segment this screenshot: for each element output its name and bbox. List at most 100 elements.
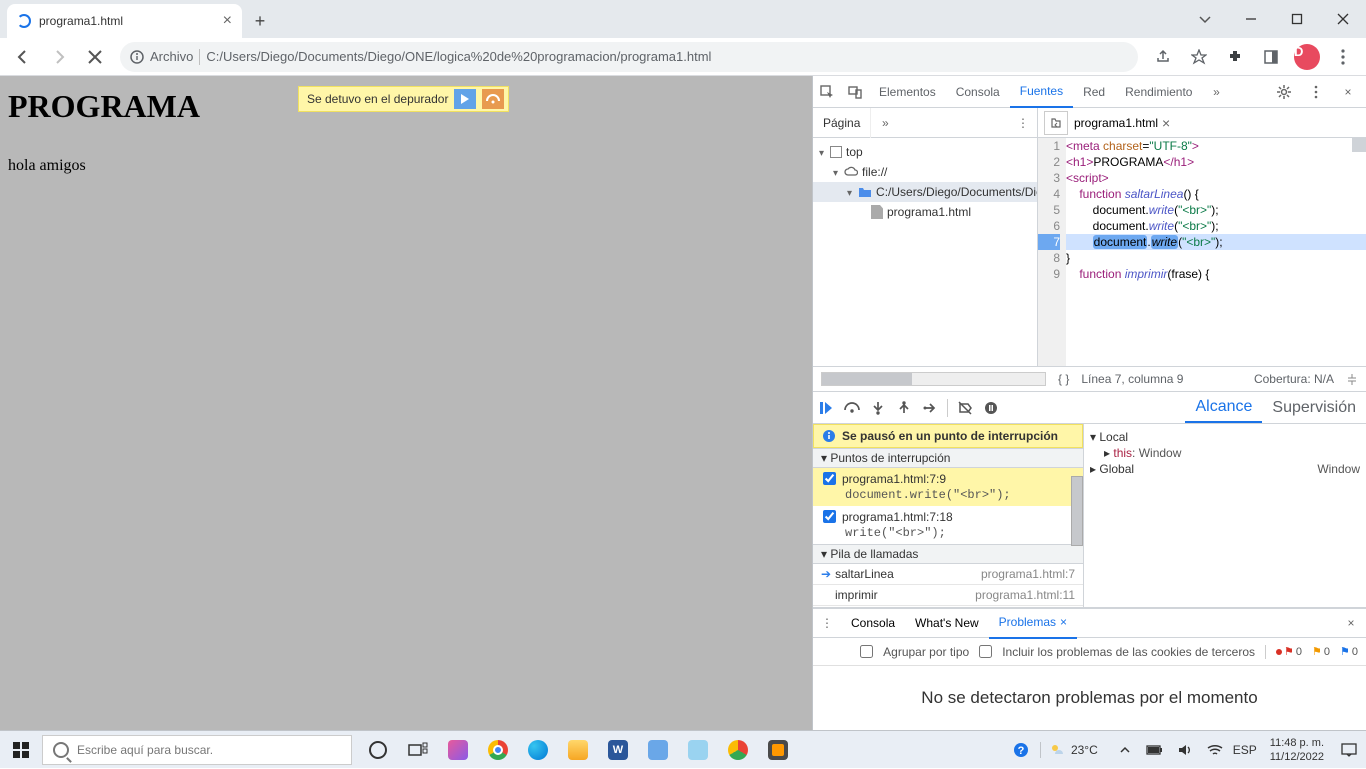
app-icon-word[interactable]: W	[598, 731, 638, 769]
callstack-frame[interactable]: ➔saltarLineaprograma1.html:7	[813, 564, 1083, 585]
app-icon-sublime[interactable]	[758, 731, 798, 769]
window-close-button[interactable]	[1320, 4, 1366, 34]
app-icon-explorer[interactable]	[558, 731, 598, 769]
devtools-menu-icon[interactable]	[1302, 76, 1330, 108]
drawer-tab-problemas[interactable]: Problemas×	[989, 607, 1077, 639]
collapse-icon[interactable]	[1346, 373, 1358, 385]
pause-on-exceptions-button[interactable]	[978, 392, 1004, 424]
tray-notifications-icon[interactable]	[1338, 743, 1360, 757]
tray-chevron-icon[interactable]	[1114, 745, 1136, 755]
tab-fuentes[interactable]: Fuentes	[1010, 76, 1073, 108]
open-file-tab[interactable]: programa1.html ×	[1074, 115, 1170, 131]
drawer-tab-whatsnew[interactable]: What's New	[905, 607, 989, 639]
cortana-icon[interactable]	[358, 731, 398, 769]
app-icon-chrome2[interactable]	[718, 731, 758, 769]
group-by-type-checkbox[interactable]: Agrupar por tipo	[860, 645, 969, 659]
menu-kebab-icon[interactable]	[1326, 40, 1360, 74]
subtab-overflow-icon[interactable]: »	[871, 107, 899, 139]
subtab-pagina[interactable]: Página	[813, 108, 871, 138]
breakpoint-checkbox[interactable]	[823, 472, 836, 485]
taskbar-search[interactable]: Escribe aquí para buscar.	[42, 735, 352, 765]
breakpoint-item[interactable]: programa1.html:7:18 write("<br>");	[813, 506, 1083, 544]
breakpoints-section[interactable]: ▾ Puntos de interrupción	[813, 448, 1083, 468]
tray-help-icon[interactable]: ?	[1010, 742, 1032, 758]
overlay-step-button[interactable]	[482, 89, 504, 109]
extensions-icon[interactable]	[1218, 40, 1252, 74]
step-button[interactable]	[917, 392, 943, 424]
devtools-settings-icon[interactable]	[1270, 76, 1298, 108]
folder-icon	[858, 186, 872, 198]
overlay-resume-button[interactable]	[454, 89, 476, 109]
scrollbar-thumb[interactable]	[1071, 476, 1083, 546]
nav-forward-button[interactable]	[42, 40, 76, 74]
file-tree[interactable]: top file:// C:/Users/Diego/Documents/Die…	[813, 138, 1038, 366]
bookmark-star-icon[interactable]	[1182, 40, 1216, 74]
filetree-scrollbar[interactable]	[821, 372, 1046, 386]
tray-volume-icon[interactable]	[1174, 743, 1196, 757]
breakpoint-item[interactable]: programa1.html:7:9 document.write("<br>"…	[813, 468, 1083, 506]
deactivate-breakpoints-button[interactable]	[952, 392, 978, 424]
devtools-panel: Elementos Consola Fuentes Red Rendimient…	[812, 76, 1366, 730]
tab-favicon-loading	[17, 14, 31, 28]
callstack-frame[interactable]: imprimirprograma1.html:11	[813, 585, 1083, 606]
include-cookies-checkbox[interactable]: Incluir los problemas de las cookies de …	[979, 645, 1255, 659]
search-icon	[53, 742, 69, 758]
device-toggle-icon[interactable]	[841, 76, 869, 108]
browser-toolbar: Archivo C:/Users/Diego/Documents/Diego/O…	[0, 38, 1366, 76]
subtab-alcance[interactable]: Alcance	[1185, 393, 1262, 423]
step-into-button[interactable]	[865, 392, 891, 424]
share-button[interactable]	[1146, 40, 1180, 74]
profile-button[interactable]: D	[1290, 40, 1324, 74]
side-panel-icon[interactable]	[1254, 40, 1288, 74]
subtab-menu-icon[interactable]: ⋮	[1009, 107, 1037, 139]
inspect-element-icon[interactable]	[813, 76, 841, 108]
step-over-button[interactable]	[839, 392, 865, 424]
coverage-label: Cobertura: N/A	[1254, 372, 1334, 386]
resume-button[interactable]	[813, 392, 839, 424]
url-path: C:/Users/Diego/Documents/Diego/ONE/logic…	[206, 49, 711, 64]
tab-consola[interactable]: Consola	[946, 76, 1010, 108]
windows-taskbar: Escribe aquí para buscar. W ? 23°C ESP 1…	[0, 730, 1366, 768]
callstack-section[interactable]: ▾ Pila de llamadas	[813, 544, 1083, 564]
close-file-icon[interactable]: ×	[1162, 115, 1170, 131]
new-tab-button[interactable]: +	[246, 7, 274, 35]
tab-rendimiento[interactable]: Rendimiento	[1115, 76, 1202, 108]
url-separator	[199, 49, 200, 65]
drawer-menu-icon[interactable]: ⋮	[813, 607, 841, 639]
nav-stop-button[interactable]	[78, 40, 112, 74]
svg-text:?: ?	[1018, 745, 1025, 757]
app-icon-generic1[interactable]	[638, 731, 678, 769]
tray-battery-icon[interactable]	[1144, 744, 1166, 756]
paused-in-debugger-overlay: Se detuvo en el depurador	[298, 86, 509, 112]
app-icon-edge[interactable]	[518, 731, 558, 769]
code-editor[interactable]: 123 456 7 89 <meta charset="UTF-8"> <h1>…	[1038, 138, 1366, 366]
app-icon-generic2[interactable]	[678, 731, 718, 769]
subtab-supervision[interactable]: Supervisión	[1262, 393, 1366, 423]
task-view-icon[interactable]	[398, 731, 438, 769]
window-maximize-button[interactable]	[1274, 4, 1320, 34]
weather-widget[interactable]: 23°C	[1040, 742, 1106, 758]
tab-elementos[interactable]: Elementos	[869, 76, 946, 108]
paused-banner: Se pausó en un punto de interrupción	[813, 424, 1083, 448]
window-minimize-button[interactable]	[1228, 4, 1274, 34]
drawer-tab-consola[interactable]: Consola	[841, 607, 905, 639]
browser-tab[interactable]: programa1.html ×	[7, 4, 242, 38]
line-gutter: 123 456 7 89	[1038, 138, 1066, 366]
nav-back-button[interactable]	[6, 40, 40, 74]
app-icon-chrome[interactable]	[478, 731, 518, 769]
tray-wifi-icon[interactable]	[1204, 744, 1226, 756]
step-out-button[interactable]	[891, 392, 917, 424]
app-icon-snip[interactable]	[438, 731, 478, 769]
tray-language[interactable]: ESP	[1234, 743, 1256, 757]
address-bar[interactable]: Archivo C:/Users/Diego/Documents/Diego/O…	[120, 42, 1138, 72]
drawer-close-icon[interactable]: ×	[1336, 616, 1366, 630]
tab-close-icon[interactable]: ×	[223, 12, 232, 30]
breakpoint-checkbox[interactable]	[823, 510, 836, 523]
chevron-down-icon[interactable]	[1182, 4, 1228, 34]
tray-clock[interactable]: 11:48 p. m. 11/12/2022	[1264, 736, 1330, 764]
devtools-close-icon[interactable]: ×	[1334, 76, 1362, 108]
tabs-overflow-icon[interactable]: »	[1202, 76, 1230, 108]
tab-red[interactable]: Red	[1073, 76, 1115, 108]
start-button[interactable]	[0, 731, 42, 769]
file-nav-icon[interactable]	[1044, 111, 1068, 135]
